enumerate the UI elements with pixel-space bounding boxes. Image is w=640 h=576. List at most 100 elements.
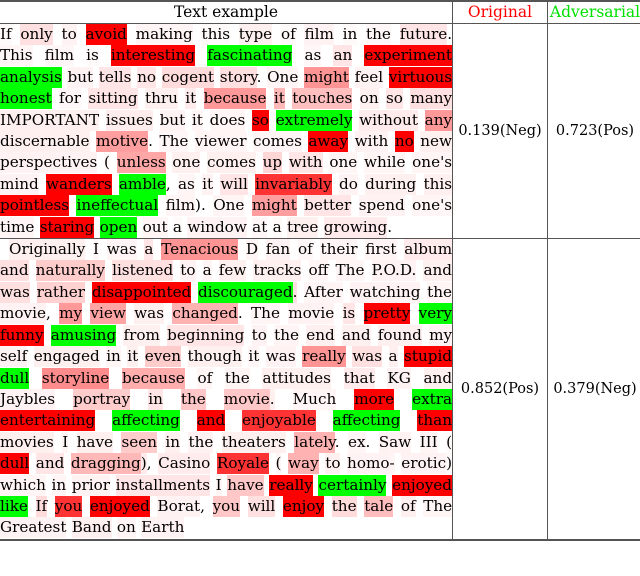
saliency-word: at (252, 217, 268, 236)
original-word-highlight: pretty (363, 303, 411, 325)
saliency-word: touches (292, 88, 353, 110)
saliency-word: was (352, 346, 383, 368)
saliency-word: a (172, 217, 182, 236)
saliency-word: prior (71, 474, 111, 496)
saliency-word: with (354, 131, 389, 153)
saliency-word: as (177, 173, 195, 195)
saliency-word: , (200, 496, 205, 515)
original-word-highlight: no (394, 131, 414, 153)
saliency-word: really (302, 346, 346, 368)
saliency-word: If (0, 25, 12, 43)
saliency-word: during (365, 173, 417, 195)
saliency-word: 's (440, 152, 453, 174)
saliency-word: you (212, 495, 241, 517)
saliency-word: from (123, 324, 160, 346)
saliency-word: beginning (167, 324, 245, 346)
saliency-word: III (419, 431, 438, 453)
saliency-word: the (180, 388, 206, 410)
saliency-word: . (447, 25, 453, 43)
original-word-highlight: enjoyable (242, 410, 316, 432)
saliency-word: in (106, 346, 121, 368)
saliency-word: Casino (158, 453, 211, 475)
saliency-word: , (165, 174, 171, 193)
saliency-word: After (304, 281, 343, 303)
saliency-word: storyline (41, 367, 110, 389)
saliency-word: few (218, 260, 247, 282)
saliency-word: was (106, 239, 137, 261)
saliency-word: . (237, 304, 243, 323)
saliency-word: Saw (378, 431, 412, 453)
saliency-word: it (273, 88, 285, 110)
saliency-word: 's (440, 196, 453, 215)
saliency-word: theaters (221, 431, 286, 453)
saliency-word: KG (387, 367, 411, 389)
saliency-word: an (333, 45, 353, 67)
saliency-word: the (274, 324, 299, 346)
saliency-word: Band (71, 517, 112, 539)
original-word-highlight: and (196, 410, 226, 432)
original-word-highlight: wanders (46, 173, 112, 195)
text-example-cell: If only to avoid making this type of fil… (0, 23, 453, 239)
original-word-highlight: avoid (85, 24, 127, 45)
saliency-word: and (423, 367, 453, 389)
saliency-word: The (159, 132, 189, 151)
adversarial-word-highlight: amble (118, 173, 166, 195)
saliency-word: while (363, 152, 406, 174)
highlighted-text: Originally I was a Tenacious D fan of th… (0, 239, 453, 539)
saliency-word: was (265, 346, 296, 368)
original-word-highlight: enjoyed (392, 474, 453, 496)
saliency-word: engaged (33, 346, 100, 368)
saliency-word: comes (207, 152, 256, 174)
saliency-word: rather (36, 281, 86, 303)
saliency-word: One (267, 66, 299, 88)
saliency-word: was (0, 281, 30, 303)
original-score: 0.852(Pos) (452, 238, 548, 540)
saliency-word: on (359, 88, 379, 110)
saliency-word: as (304, 46, 322, 65)
saliency-word: unless (116, 152, 166, 174)
adversarial-word-highlight: like (0, 495, 28, 517)
original-word-highlight: Royale (216, 453, 269, 475)
column-header-original: Original (452, 1, 548, 24)
saliency-word: of (197, 367, 213, 389)
adversarial-word-highlight: honest (0, 88, 52, 110)
saliency-word: self (0, 346, 28, 368)
saliency-word: one (412, 195, 441, 217)
saliency-word: future (399, 24, 448, 45)
adversarial-word-highlight: amusing (50, 324, 117, 346)
saliency-word: movies (0, 431, 54, 453)
saliency-word: my (429, 324, 453, 346)
saliency-word: way (288, 453, 319, 475)
original-word-highlight: you (54, 495, 83, 517)
saliency-word: this (423, 173, 453, 195)
saliency-word: out (142, 216, 168, 238)
original-word-highlight: disappointed (91, 281, 192, 303)
original-word-highlight: enjoy (282, 495, 325, 517)
saliency-word: better (304, 195, 352, 217)
saliency-word: end (306, 324, 335, 346)
saliency-word: type (238, 24, 273, 45)
saliency-word: One (213, 195, 245, 217)
saliency-word: which (0, 474, 46, 496)
saliency-word: tree (287, 216, 319, 238)
saliency-word: mind (0, 173, 39, 195)
saliency-word: it (191, 109, 203, 131)
saliency-word: viewer (194, 131, 247, 153)
original-word-highlight: pointless (0, 195, 70, 217)
saliency-word: Jaybles (0, 388, 56, 410)
saliency-word: but (159, 109, 186, 131)
saliency-word: IMPORTANT (0, 109, 100, 131)
saliency-word: the (366, 25, 391, 43)
saliency-word: of (400, 495, 416, 517)
saliency-word: to (325, 453, 341, 475)
saliency-word: view (90, 303, 126, 325)
saliency-word: and (341, 324, 371, 346)
saliency-word: to (180, 260, 196, 282)
saliency-word: film (44, 46, 75, 65)
saliency-word: changed (172, 303, 238, 325)
saliency-word: because (121, 367, 185, 389)
saliency-word: new (420, 131, 453, 153)
saliency-word: and (35, 453, 65, 475)
saliency-word: it (202, 173, 214, 195)
saliency-word: have (76, 431, 114, 453)
